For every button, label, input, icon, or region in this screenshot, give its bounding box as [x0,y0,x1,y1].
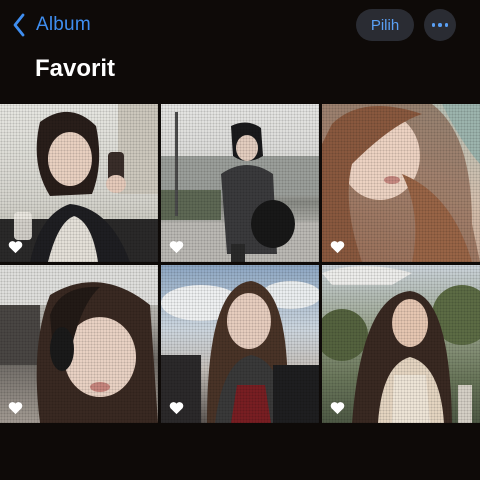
heart-icon [169,402,184,415]
select-button[interactable]: Pilih [356,9,414,41]
favorite-badge [330,401,345,415]
heart-icon [330,241,345,254]
photo-thumbnail[interactable] [161,104,319,262]
ellipsis-icon [431,23,436,27]
photo-grid [0,104,480,423]
chevron-left-icon [13,13,25,37]
more-options-button[interactable] [424,9,456,41]
back-button-label: Album [36,14,91,35]
photo-thumbnail[interactable] [322,104,480,262]
favorite-badge [330,240,345,254]
navigation-bar: Album Pilih [0,0,480,50]
heart-icon [330,402,345,415]
heart-icon [8,402,23,415]
photo-thumbnail[interactable] [0,265,158,423]
favorite-badge [8,401,23,415]
page-title: Favorit [35,55,116,82]
heart-icon [8,241,23,254]
photo-thumbnail[interactable] [161,265,319,423]
favorite-badge [169,401,184,415]
favorite-badge [8,240,23,254]
photo-thumbnail[interactable] [322,265,480,423]
back-button[interactable]: Album [12,10,91,40]
photo-thumbnail[interactable] [0,104,158,262]
favorite-badge [169,240,184,254]
heart-icon [169,241,184,254]
